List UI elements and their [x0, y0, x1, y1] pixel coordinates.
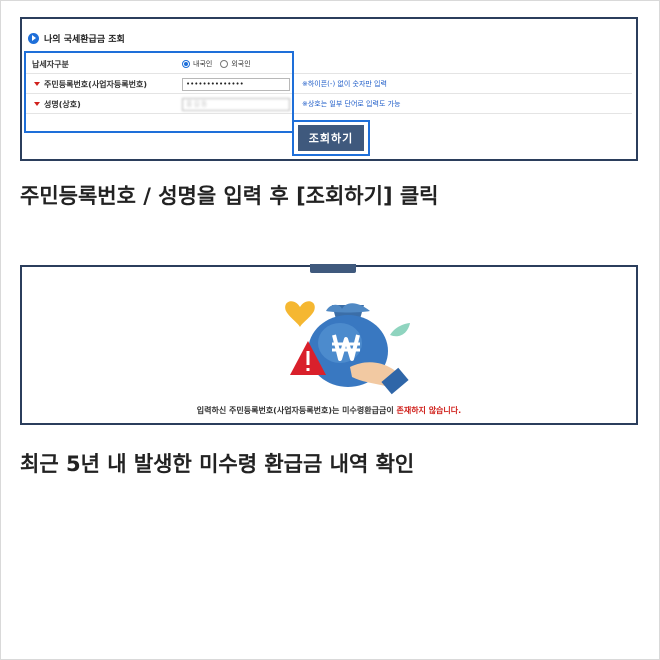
no-refund-message: 입력하신 주민등록번호(사업자등록번호)는 미수령환급금이 존재하지 않습니다. — [22, 405, 636, 416]
input-highlight-box — [24, 51, 294, 133]
section-header: 나의 국세환급금 조회 — [28, 31, 125, 45]
section-title: 나의 국세환급금 조회 — [44, 34, 125, 45]
heart-icon — [285, 301, 315, 327]
leaf-icon — [390, 323, 410, 337]
no-refund-message-text: 입력하신 주민등록번호(사업자등록번호)는 미수령환급금이 — [196, 406, 397, 415]
search-button-stub — [310, 264, 356, 273]
section-bullet-icon — [28, 32, 39, 44]
no-refund-message-highlight: 존재하지 않습니다. — [396, 406, 462, 415]
caption-step-1: 주민등록번호 / 성명을 입력 후 [조회하기] 클릭 — [20, 184, 439, 208]
refund-illustration — [285, 301, 410, 395]
search-button-highlight: 조회하기 — [292, 120, 370, 156]
caption-step-2: 최근 5년 내 발생한 미수령 환급금 내역 확인 — [20, 452, 415, 476]
hand-icon — [350, 362, 409, 395]
result-panel: 입력하신 주민등록번호(사업자등록번호)는 미수령환급금이 존재하지 않습니다. — [20, 264, 638, 425]
resident-number-hint: ※하이픈(-) 없이 숫자만 입력 — [302, 80, 387, 88]
refund-lookup-panel: 나의 국세환급금 조회 납세자구분 내국인 외국인 주민등록번호(사업자등록번호… — [20, 17, 638, 161]
name-hint: ※상호는 일부 단어로 입력도 가능 — [302, 100, 401, 108]
search-button[interactable]: 조회하기 — [298, 125, 364, 151]
